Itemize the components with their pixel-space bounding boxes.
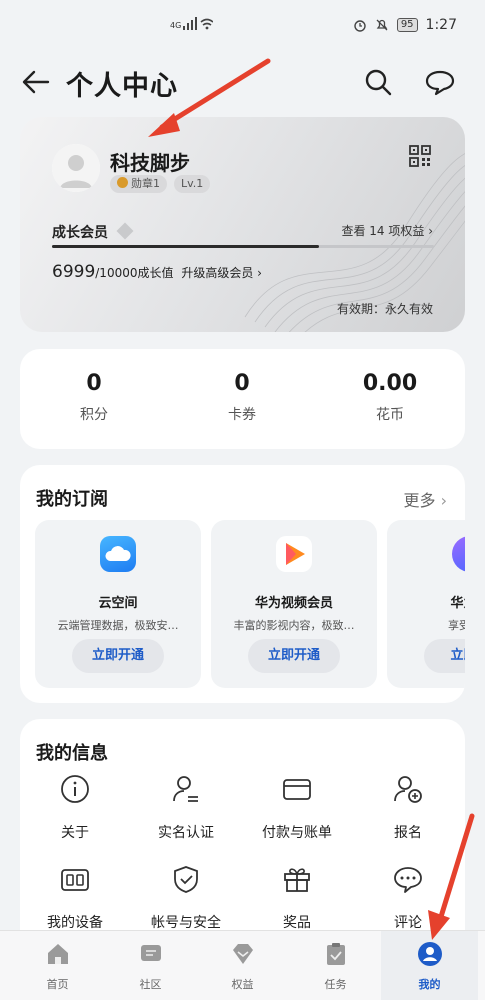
- tab-label: 首页: [46, 978, 69, 991]
- subscription-card-music[interactable]: 华为音 享受高品 立即开: [387, 520, 465, 688]
- signal-icon: 4G: [170, 16, 214, 30]
- tab-label: 我的: [418, 978, 441, 991]
- growth-progress-bar: [52, 245, 434, 248]
- subscription-name: 华为视频会员: [254, 596, 333, 611]
- mute-bell-icon: [376, 19, 388, 31]
- stat-label: 积分: [80, 407, 108, 423]
- subscription-desc: 丰富的影视内容，极致…: [233, 619, 355, 632]
- subscription-desc: 享受高品: [448, 619, 465, 632]
- back-arrow-icon[interactable]: [20, 66, 52, 98]
- search-icon[interactable]: [362, 66, 394, 98]
- alarm-icon: [354, 20, 366, 32]
- activate-button[interactable]: 立即开通: [248, 639, 340, 673]
- medal-badge[interactable]: 勋章1: [110, 175, 167, 193]
- stat-label: 花币: [376, 407, 404, 423]
- subscription-card-video[interactable]: 华为视频会员 丰富的影视内容，极致… 立即开通: [211, 520, 377, 688]
- stat-value: 0.00: [362, 371, 418, 396]
- chevron-right-icon: ›: [440, 491, 447, 510]
- tab-tasks[interactable]: 任务: [287, 931, 384, 1000]
- validity-text: 有效期：永久有效: [336, 302, 433, 316]
- stat-coins[interactable]: 0.00 花币: [316, 371, 464, 424]
- bottom-nav: 首页 社区 权益 任务 我的: [0, 930, 485, 1000]
- status-bar: 4G 95 1:27: [0, 0, 485, 52]
- tab-label: 社区: [139, 978, 162, 991]
- tab-home[interactable]: 首页: [9, 931, 106, 1000]
- info-item-label: 我的设备: [47, 915, 103, 931]
- growth-total: /10000成长值: [95, 266, 174, 280]
- stat-value: 0: [86, 371, 102, 396]
- tab-mine[interactable]: 我的: [381, 931, 478, 1000]
- tab-label: 权益: [231, 978, 254, 991]
- subscription-name: 云空间: [98, 596, 138, 611]
- stat-value: 0: [234, 371, 250, 396]
- qr-code-icon[interactable]: [409, 145, 431, 167]
- gift-icon: [284, 868, 310, 892]
- info-icon: [61, 775, 89, 803]
- section-title: 我的订阅: [36, 489, 108, 510]
- subscriptions-section: 我的订阅 更多 › 云空间 云端管理数据，极致安… 立即开通 华为视频会员 丰富…: [20, 465, 465, 703]
- activate-button[interactable]: 立即开: [424, 639, 465, 673]
- info-item-label: 关于: [61, 825, 89, 841]
- user-id-icon: [173, 776, 198, 802]
- info-item-label: 实名认证: [158, 825, 214, 841]
- info-item-label: 评论: [394, 915, 422, 931]
- info-item-label: 报名: [394, 825, 422, 841]
- username: 科技脚步: [110, 151, 190, 175]
- card-icon: [283, 779, 311, 800]
- info-item-label: 帐号与安全: [151, 915, 221, 931]
- member-tier: 成长会员: [52, 222, 134, 242]
- message-icon[interactable]: [424, 66, 456, 98]
- info-item-verification[interactable]: 实名认证: [131, 774, 241, 842]
- upgrade-link: 升级高级会员 ›: [181, 266, 262, 280]
- cloud-icon: [100, 536, 136, 572]
- shield-icon: [174, 866, 198, 893]
- info-item-comments[interactable]: 评论: [353, 864, 463, 932]
- app-header: 个人中心: [0, 58, 485, 106]
- stat-points[interactable]: 0 积分: [20, 371, 168, 424]
- music-icon: [452, 536, 465, 572]
- stat-label: 卡券: [228, 407, 256, 423]
- info-item-label: 奖品: [283, 915, 311, 931]
- section-title: 我的信息: [36, 743, 108, 764]
- info-item-signup[interactable]: 报名: [353, 774, 463, 842]
- info-item-about[interactable]: 关于: [20, 774, 130, 842]
- user-add-icon: [394, 776, 422, 803]
- more-link[interactable]: 更多 ›: [403, 487, 447, 511]
- growth-value: 6999: [52, 262, 96, 282]
- stat-coupons[interactable]: 0 卡券: [168, 371, 316, 424]
- medal-badge-label: 勋章1: [131, 177, 160, 190]
- growth-score[interactable]: 6999/10000成长值 升级高级会员 ›: [52, 262, 262, 282]
- activate-button[interactable]: 立即开通: [72, 639, 164, 673]
- subscription-desc: 云端管理数据，极致安…: [57, 619, 179, 632]
- home-icon: [47, 944, 68, 964]
- tier-gem-icon: [116, 222, 134, 240]
- info-item-security[interactable]: 帐号与安全: [131, 864, 241, 932]
- battery-indicator: 95: [396, 18, 418, 32]
- info-item-prizes[interactable]: 奖品: [242, 864, 352, 932]
- community-icon: [140, 945, 161, 961]
- medal-icon: [117, 177, 128, 188]
- profile-icon: [417, 942, 442, 966]
- info-item-payment[interactable]: 付款与账单: [242, 774, 352, 842]
- clipboard-icon: [326, 943, 345, 965]
- view-benefits-link[interactable]: 查看 14 项权益 ›: [341, 222, 433, 239]
- diamond-icon: [232, 944, 253, 964]
- level-badge[interactable]: Lv.1: [174, 175, 211, 193]
- info-item-label: 付款与账单: [262, 825, 332, 841]
- avatar[interactable]: [52, 144, 100, 192]
- video-play-icon: [276, 536, 312, 572]
- subscription-card-cloud[interactable]: 云空间 云端管理数据，极致安… 立即开通: [35, 520, 201, 688]
- tab-label: 任务: [324, 978, 347, 991]
- tab-community[interactable]: 社区: [102, 931, 199, 1000]
- subscription-name: 华为音: [450, 596, 465, 611]
- clock: 1:27: [425, 17, 457, 33]
- page-title: 个人中心: [66, 71, 178, 102]
- comment-icon: [394, 867, 422, 893]
- member-card[interactable]: 科技脚步 勋章1 Lv.1 成长会员 查看 14 项权益 › 6999/1000…: [20, 117, 465, 332]
- info-item-devices[interactable]: 我的设备: [20, 864, 130, 932]
- devices-icon: [61, 869, 89, 891]
- tab-benefits[interactable]: 权益: [194, 931, 291, 1000]
- stats-panel: 0 积分 0 卡券 0.00 花币: [20, 349, 465, 449]
